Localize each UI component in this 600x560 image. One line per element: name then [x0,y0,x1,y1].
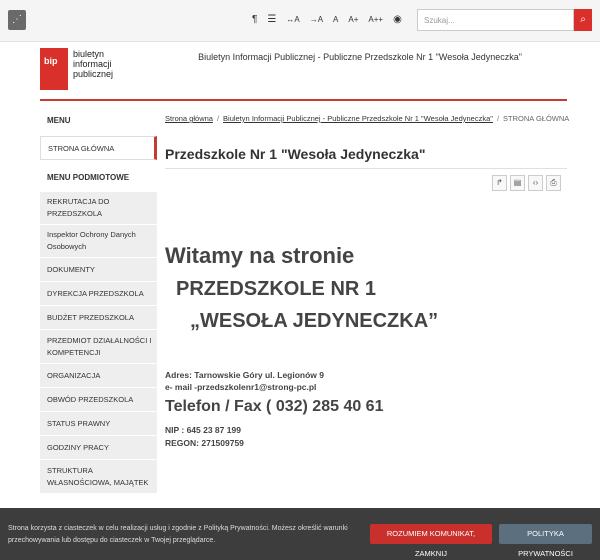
sidebar-item-obwod[interactable]: OBWÓD PRZEDSZKOLA [40,388,157,412]
breadcrumb: Strona główna / Biuletyn Informacji Public… [165,114,569,123]
menu-label: MENU [47,116,71,125]
share-icon[interactable]: ↱ [492,175,507,191]
sidebar: MENU STRONA GŁÓWNA MENU PODMIOTOWE REKRU… [40,104,157,494]
menu-podmiotowe-label: MENU PODMIOTOWE [47,173,130,182]
search-button[interactable]: ⌕ [574,9,592,31]
phone-text: Telefon / Fax ( 032) 285 40 61 [165,398,384,415]
letter-spacing-wide-icon[interactable]: ↔A [286,12,299,28]
header-divider [40,99,567,101]
search-input[interactable] [417,9,574,31]
sidebar-item-dyrekcja[interactable]: DYREKCJA PRZEDSZKOLA [40,282,157,306]
sidebar-item-godziny[interactable]: GODZINY PRACY [40,436,157,460]
sidebar-item-rekrutacja[interactable]: REKRUTACJA DO PRZEDSZKOLA [40,192,157,225]
bip-logo[interactable]: bip [40,48,68,90]
sidebar-item-dokumenty[interactable]: DOKUMENTY [40,258,157,282]
logo-text: biuletyn informacji publicznej [73,49,153,79]
privacy-policy-button[interactable]: POLITYKA PRYWATNOŚCI [499,524,592,558]
contact-block: Adres: Tarnowskie Góry ul. Legionów 9 e-… [165,369,324,393]
accessibility-tools: ¶ ☰ ↔A →A A A+ A++ ◉ [252,12,412,28]
rss-icon[interactable]: ⋰ [8,10,26,30]
breadcrumb-separator: / [216,114,220,123]
sidebar-item-home[interactable]: STRONA GŁÓWNA [40,136,157,160]
header-title: Biuletyn Informacji Publicznej - Publicz… [198,52,522,62]
nip-text: NIP : 645 23 87 199 [165,425,241,435]
line-height-icon[interactable]: ☰ [267,12,276,28]
paragraph-icon[interactable]: ¶ [252,12,257,28]
code-icon[interactable]: ‹› [528,175,543,191]
breadcrumb-home[interactable]: Strona główna [165,114,213,123]
cookie-text: Strona korzysta z ciasteczek w celu real… [8,525,348,544]
page-actions: ↱ ▤ ‹› ⎙ [492,175,561,191]
page-title: Przedszkole Nr 1 "Wesoła Jedyneczka" [165,146,426,162]
school-name: PRZEDSZKOLE NR 1 [176,278,377,300]
search-icon: ⌕ [580,14,586,25]
regon-text: REGON: 271509759 [165,438,244,448]
address-text: Adres: Tarnowskie Góry ul. Legionów 9 [165,370,325,380]
pdf-icon[interactable]: ▤ [510,175,525,191]
font-larger-button[interactable]: A+ [348,12,358,28]
font-largest-button[interactable]: A++ [368,12,383,28]
identifiers-block: NIP : 645 23 87 199 REGON: 271509759 [165,424,244,450]
breadcrumb-current: STRONA GŁÓWNA [503,114,570,123]
breadcrumb-bip[interactable]: Biuletyn Informacji Publicznej - Publicz… [223,114,493,123]
sidebar-item-organizacja[interactable]: ORGANIZACJA [40,364,157,388]
welcome-heading: Witamy na stronie [165,243,355,268]
logo-text-line2: informacji publicznej [73,59,114,79]
top-toolbar: ⋰ ¶ ☰ ↔A →A A A+ A++ ◉ ⌕ [0,0,600,42]
sidebar-item-status[interactable]: STATUS PRAWNY [40,412,157,436]
sidebar-item-struktura[interactable]: STRUKTURA WŁASNOŚCIOWA, MAJĄTEK [40,460,157,494]
email-text: e- mail -przedszkolenr1@strong-pc.pl [165,382,317,392]
sidebar-item-przedmiot[interactable]: PRZEDMIOT DZIAŁALNOŚCI I KOMPETENCJI [40,330,157,364]
cookie-accept-button[interactable]: ROZUMIEM KOMUNIKAT, ZAMKNIJ [370,524,492,558]
school-nickname: „WESOŁA JEDYNECZKA” [190,310,439,332]
letter-spacing-narrow-icon[interactable]: →A [310,12,323,28]
logo-mark-text: bip [44,56,58,66]
title-divider [165,168,567,169]
print-icon[interactable]: ⎙ [546,175,561,191]
font-normal-button[interactable]: A [333,12,338,28]
breadcrumb-separator: / [496,114,500,123]
sidebar-item-budzet[interactable]: BUDŻET PRZEDSZKOLA [40,306,157,330]
contrast-icon[interactable]: ◉ [393,12,402,28]
logo-text-line1: biuletyn [73,49,105,59]
sidebar-item-iod[interactable]: Inspektor Ochrony Danych Osobowych [40,225,157,258]
